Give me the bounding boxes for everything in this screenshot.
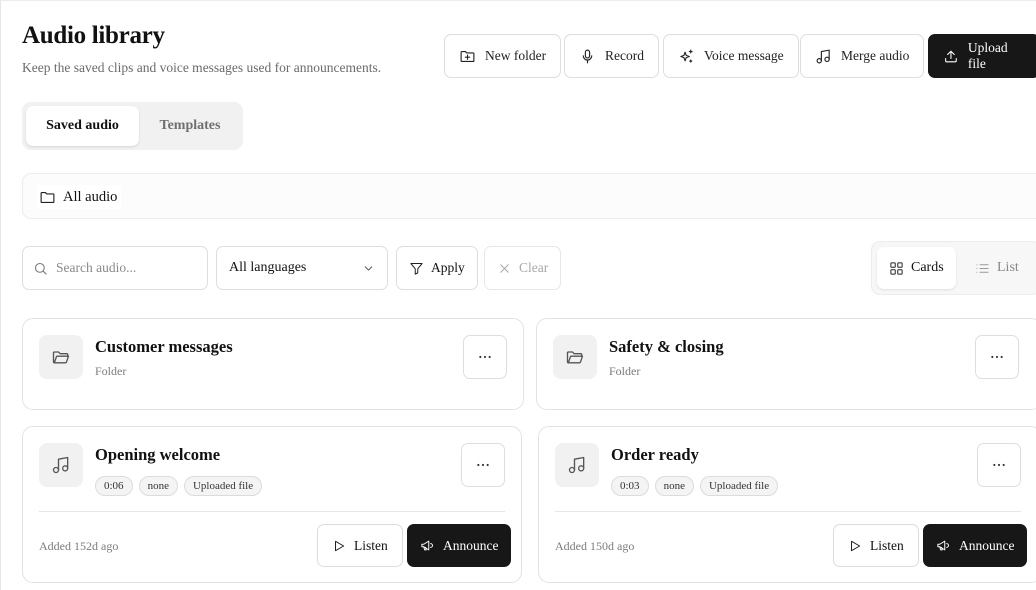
audio-card: Order ready 0:03 none Uploaded file Adde… <box>538 426 1036 583</box>
card-divider <box>555 511 1021 512</box>
folder-icon <box>40 191 55 203</box>
more-horizontal-icon <box>991 355 1003 359</box>
music-note-icon <box>52 456 69 474</box>
upload-file-label: Upload file <box>967 40 1008 71</box>
language-select[interactable]: All languages <box>216 246 388 290</box>
megaphone-icon <box>421 540 433 551</box>
new-folder-label: New folder <box>485 48 547 63</box>
audio-title: Order ready <box>611 445 699 464</box>
grid-icon <box>890 261 903 275</box>
clear-button[interactable]: Clear <box>484 246 562 290</box>
audio-more-button[interactable] <box>977 443 1021 487</box>
folder-more-button[interactable] <box>463 335 507 379</box>
music-note-icon <box>816 49 830 63</box>
view-cards-label: Cards <box>911 260 944 275</box>
language-badge: none <box>138 476 178 496</box>
more-horizontal-icon <box>479 355 491 359</box>
list-icon <box>976 263 989 273</box>
listen-button[interactable]: Listen <box>317 524 403 567</box>
more-horizontal-icon <box>477 463 489 467</box>
view-list-label: List <box>997 260 1019 275</box>
view-switcher: Cards List <box>871 241 1036 295</box>
clear-label: Clear <box>519 260 549 275</box>
search-box <box>22 246 208 290</box>
audio-title: Opening welcome <box>95 445 221 464</box>
more-horizontal-icon <box>993 463 1005 467</box>
folder-type: Folder <box>609 364 641 378</box>
record-button[interactable]: Record <box>564 34 659 78</box>
play-icon <box>335 540 345 551</box>
announce-button[interactable]: Announce <box>407 524 512 567</box>
tab-saved-audio[interactable]: Saved audio <box>26 106 139 146</box>
upload-icon <box>945 50 957 62</box>
voice-message-label: Voice message <box>704 48 784 63</box>
apply-button[interactable]: Apply <box>396 246 478 290</box>
record-label: Record <box>605 48 644 63</box>
folder-card[interactable]: Safety & closing Folder <box>536 318 1036 410</box>
folder-plus-icon <box>460 50 475 62</box>
breadcrumb-all-audio[interactable]: All audio <box>37 185 122 209</box>
view-list-button[interactable]: List <box>963 247 1031 289</box>
duration-badge: 0:03 <box>611 476 649 496</box>
announce-label: Announce <box>443 537 499 553</box>
breadcrumb: All audio <box>22 173 1036 219</box>
search-icon <box>34 262 47 275</box>
added-date: Added 152d ago <box>39 539 119 553</box>
merge-audio-label: Merge audio <box>841 48 910 63</box>
duration-badge: 0:06 <box>95 476 133 496</box>
filter-icon <box>410 262 423 275</box>
megaphone-icon <box>937 540 949 551</box>
folder-more-button[interactable] <box>975 335 1019 379</box>
page-subtitle: Keep the saved clips and voice messages … <box>22 60 382 75</box>
language-select-value: All languages <box>229 260 307 275</box>
added-date: Added 150d ago <box>555 539 635 553</box>
folder-icon-box <box>39 335 83 379</box>
breadcrumb-label: All audio <box>63 188 118 205</box>
sparkles-icon <box>680 49 693 63</box>
listen-label: Listen <box>354 537 388 553</box>
view-cards-button[interactable]: Cards <box>877 247 956 289</box>
x-icon <box>500 263 509 273</box>
audio-icon-box <box>555 443 599 487</box>
new-folder-button[interactable]: New folder <box>444 34 562 78</box>
folder-open-icon <box>52 351 70 364</box>
listen-button[interactable]: Listen <box>833 524 919 567</box>
voice-message-button[interactable]: Voice message <box>663 34 799 78</box>
source-badge: Uploaded file <box>699 476 779 496</box>
folder-title: Safety & closing <box>609 337 724 356</box>
audio-card: Opening welcome 0:06 none Uploaded file … <box>22 426 522 583</box>
music-note-icon <box>568 456 585 474</box>
chevron-down-icon <box>364 265 373 271</box>
card-divider <box>39 511 505 512</box>
announce-label: Announce <box>959 537 1015 553</box>
language-badge: none <box>654 476 694 496</box>
listen-label: Listen <box>870 537 904 553</box>
folder-type: Folder <box>95 364 127 378</box>
tab-templates[interactable]: Templates <box>142 106 238 146</box>
audio-tags: 0:03 none Uploaded file <box>611 476 779 496</box>
play-icon <box>851 540 861 551</box>
search-input[interactable] <box>56 260 196 276</box>
folder-title: Customer messages <box>95 337 233 356</box>
merge-audio-button[interactable]: Merge audio <box>800 34 925 78</box>
microphone-icon <box>582 49 593 63</box>
announce-button[interactable]: Announce <box>923 524 1028 567</box>
audio-tags: 0:06 none Uploaded file <box>95 476 263 496</box>
audio-icon-box <box>39 443 83 487</box>
source-badge: Uploaded file <box>183 476 263 496</box>
tab-bar: Saved audio Templates <box>22 102 243 150</box>
upload-file-button[interactable]: Upload file <box>928 34 1036 78</box>
folder-icon-box <box>553 335 597 379</box>
page-title: Audio library <box>22 22 165 49</box>
folder-card[interactable]: Customer messages Folder <box>22 318 524 410</box>
apply-label: Apply <box>431 260 465 275</box>
audio-more-button[interactable] <box>461 443 505 487</box>
folder-open-icon <box>566 351 584 364</box>
